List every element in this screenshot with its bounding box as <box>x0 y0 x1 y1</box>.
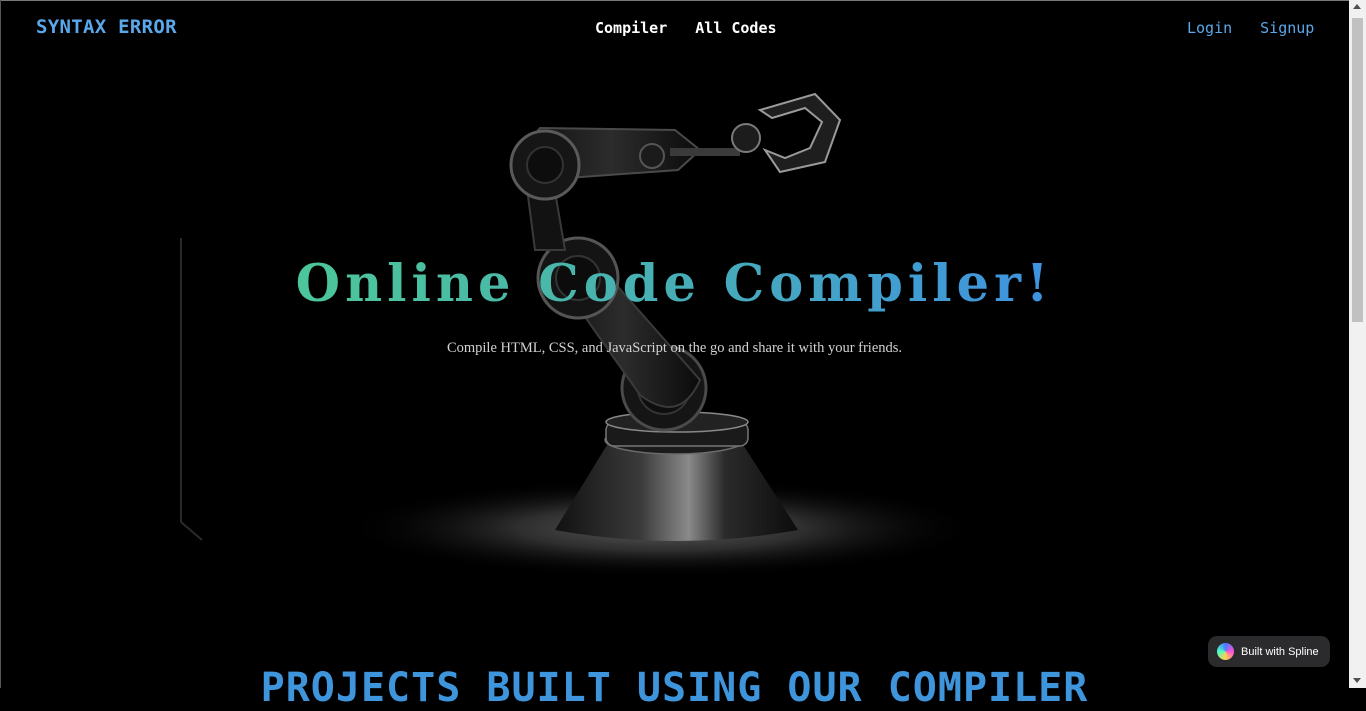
signup-link[interactable]: Signup <box>1260 19 1314 37</box>
scroll-down-arrow-icon[interactable] <box>1353 678 1361 683</box>
hero-subtitle: Compile HTML, CSS, and JavaScript on the… <box>446 340 903 356</box>
built-with-spline-badge[interactable]: Built with Spline <box>1208 636 1330 667</box>
spline-logo-icon <box>1217 643 1234 660</box>
brand-logo[interactable]: SYNTAX ERROR <box>36 16 177 38</box>
auth-nav: Login Signup <box>1187 19 1314 37</box>
hero-title: Online Code Compiler! <box>0 254 1349 314</box>
projects-heading: PROJECTS BUILT USING OUR COMPILER <box>260 665 1089 711</box>
login-link[interactable]: Login <box>1187 19 1232 37</box>
scroll-up-arrow-icon[interactable] <box>1353 4 1361 9</box>
robot-arm-illustration <box>342 92 982 578</box>
scrollbar-thumb[interactable] <box>1352 18 1363 322</box>
nav-compiler-link[interactable]: Compiler <box>595 19 667 37</box>
window-top-border <box>0 0 1366 1</box>
main-nav: Compiler All Codes <box>595 19 777 37</box>
nav-all-codes-link[interactable]: All Codes <box>695 19 776 37</box>
spline-badge-label: Built with Spline <box>1241 645 1319 658</box>
